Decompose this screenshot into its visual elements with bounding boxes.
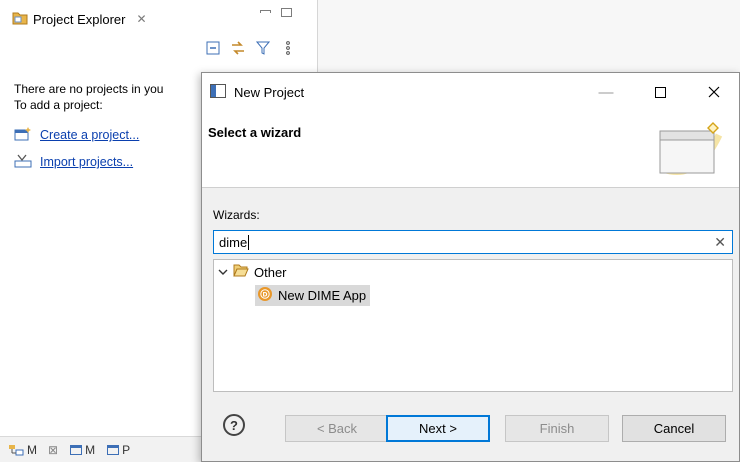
collapse-all-icon[interactable] [205, 40, 221, 56]
tab-label: Project Explorer [33, 11, 126, 27]
view-menu-icon[interactable] [280, 40, 296, 56]
filter-icon[interactable] [255, 40, 271, 56]
tab-m1[interactable]: M ⊠ [8, 443, 58, 457]
next-button[interactable]: Next > [386, 415, 490, 442]
chevron-down-icon[interactable] [218, 265, 228, 280]
help-button[interactable]: ? [223, 414, 245, 436]
wizard-filter-input[interactable]: dime ✕ [213, 230, 733, 254]
new-project-dialog: New Project — Select a wizard Wizards: d… [201, 72, 740, 462]
dialog-title: New Project [234, 84, 305, 100]
text-cursor [248, 234, 250, 250]
close-icon[interactable]: ⊠ [48, 443, 58, 457]
empty-message: There are no projects in you To add a pr… [14, 82, 164, 112]
tree-item-label: New DIME App [278, 288, 367, 303]
tab-m2[interactable]: M [70, 443, 95, 457]
maximize-button[interactable] [637, 73, 683, 111]
wizard-header: Select a wizard [202, 111, 739, 188]
filter-text[interactable]: dime [219, 235, 247, 250]
minimize-button[interactable]: — [583, 73, 629, 111]
wizards-label: Wizards: [213, 208, 260, 222]
close-icon [708, 86, 720, 98]
tree-category-other[interactable]: Other [218, 264, 287, 280]
back-button[interactable]: < Back [285, 415, 389, 442]
dime-app-icon: D [257, 286, 273, 305]
folder-icon [12, 11, 28, 28]
minimize-icon[interactable] [260, 10, 271, 13]
new-wizard-banner-icon [657, 119, 727, 182]
dialog-titlebar[interactable]: New Project — [202, 73, 739, 111]
maximize-icon[interactable] [281, 8, 292, 17]
window-icon [210, 83, 226, 101]
finish-button[interactable]: Finish [505, 415, 609, 442]
link-with-editor-icon[interactable] [230, 40, 246, 56]
tab-p[interactable]: P [107, 443, 130, 457]
tree-item-new-dime-app[interactable]: D New DIME App [255, 285, 371, 306]
open-folder-icon [233, 264, 249, 280]
cancel-button[interactable]: Cancel [622, 415, 726, 442]
close-button[interactable] [691, 73, 737, 111]
view-icon [107, 444, 120, 455]
close-icon[interactable]: ✕ [136, 12, 146, 26]
maximize-icon [654, 86, 666, 98]
svg-text:D: D [263, 292, 268, 299]
page-title: Select a wizard [208, 125, 302, 140]
create-project-link[interactable]: Create a project... [14, 126, 139, 142]
import-icon [14, 154, 32, 171]
clear-icon[interactable]: ✕ [714, 234, 726, 251]
wizard-tree[interactable]: Other D New DIME App [213, 259, 733, 392]
hierarchy-icon [9, 444, 24, 455]
new-project-icon [14, 126, 32, 144]
view-icon [70, 444, 83, 455]
tree-category-label: Other [254, 264, 287, 280]
tab-project-explorer[interactable]: Project Explorer ✕ [6, 6, 153, 32]
import-projects-link[interactable]: Import projects... [14, 154, 133, 169]
